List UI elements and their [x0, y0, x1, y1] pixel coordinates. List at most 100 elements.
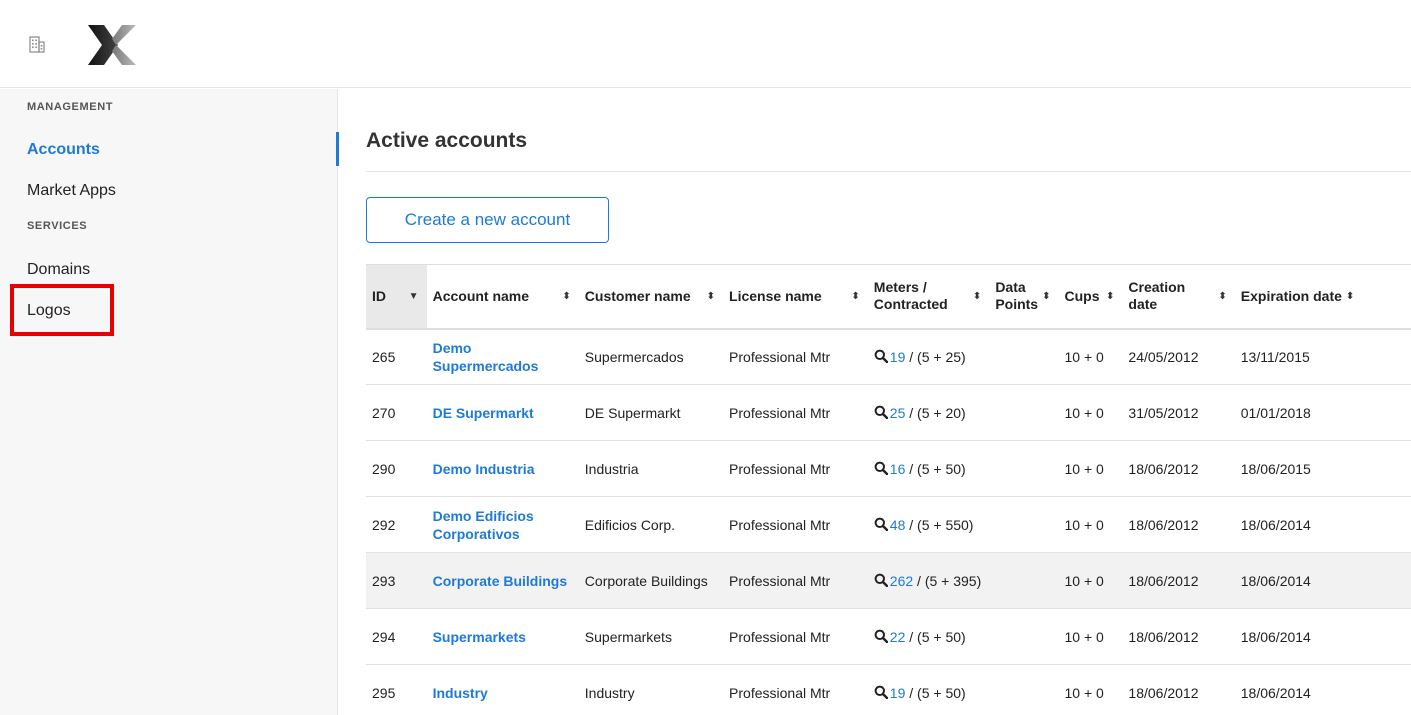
column-header-label: Cups [1064, 287, 1100, 304]
column-header-cups[interactable]: Cups ⬍ [1058, 264, 1123, 330]
account-name-link[interactable]: Corporate Buildings [433, 573, 568, 589]
customer-name: Industry [584, 684, 635, 701]
column-header-meters[interactable]: Meters / Contracted ⬍ [867, 264, 990, 330]
cell-creation-date: 24/05/2012 [1122, 328, 1235, 385]
cups-value: 10 + 0 [1064, 404, 1104, 421]
sidebar-item-market-apps[interactable]: Market Apps [27, 182, 116, 200]
magnifier-icon[interactable] [874, 461, 888, 475]
customer-name: DE Supermarkt [584, 404, 681, 421]
account-name-link[interactable]: Demo Industria [433, 461, 535, 477]
cell-cups: 10 + 0 [1058, 440, 1123, 497]
magnifier-icon[interactable] [874, 573, 888, 587]
column-header-label: Data Points [995, 279, 1039, 313]
meters-count-link[interactable]: 19 [890, 685, 906, 701]
x-logo[interactable] [88, 25, 136, 65]
sidebar-item-accounts[interactable]: Accounts [27, 141, 100, 159]
cell-license-name: Professional Mtr [723, 552, 868, 609]
creation-date: 18/06/2012 [1128, 460, 1199, 477]
meters-count-link[interactable]: 262 [890, 573, 913, 589]
cell-customer-name: DE Supermarkt [578, 384, 724, 441]
cell-creation-date: 18/06/2012 [1122, 496, 1235, 553]
cell-account-name: Supermarkets [426, 608, 579, 665]
account-name-link[interactable]: DE Supermarkt [433, 405, 534, 421]
cell-account-name: Demo Industria [426, 440, 579, 497]
sidebar: MANAGEMENT Accounts Market Apps SERVICES… [0, 89, 338, 715]
creation-date: 18/06/2012 [1128, 516, 1199, 533]
account-id: 295 [372, 684, 396, 701]
column-header-license-name[interactable]: License name ⬍ [723, 264, 868, 330]
sort-icon: ⬍ [972, 290, 982, 302]
cups-value: 10 + 0 [1064, 628, 1104, 645]
meters-count-link[interactable]: 16 [890, 461, 906, 477]
account-name-link[interactable]: Supermarkets [433, 629, 526, 645]
magnifier-icon[interactable] [874, 629, 888, 643]
cell-expiration-date: 18/06/2014 [1234, 664, 1411, 715]
contracted-value: / (5 + 395) [917, 572, 982, 589]
cell-customer-name: Industria [578, 440, 724, 497]
creation-date: 31/05/2012 [1128, 404, 1199, 421]
expiration-date: 01/01/2018 [1240, 404, 1311, 421]
magnifier-icon[interactable] [874, 517, 888, 531]
magnifier-icon[interactable] [874, 349, 888, 363]
cell-meters: 19 / (5 + 50) [867, 664, 990, 715]
meters-count-link[interactable]: 19 [890, 349, 906, 365]
account-id: 265 [372, 348, 396, 365]
cell-id: 294 [366, 608, 427, 665]
cups-value: 10 + 0 [1064, 348, 1104, 365]
sort-icon: ⬍ [1345, 290, 1355, 302]
table-row[interactable]: 293 Corporate Buildings Corporate Buildi… [366, 552, 1411, 609]
meters-count-link[interactable]: 48 [890, 517, 906, 533]
building-icon[interactable] [29, 36, 45, 53]
table-row[interactable]: 290 Demo Industria Industria Professiona… [366, 440, 1411, 497]
cell-account-name: Corporate Buildings [426, 552, 579, 609]
column-header-customer-name[interactable]: Customer name ⬍ [578, 264, 724, 330]
cell-license-name: Professional Mtr [723, 384, 868, 441]
column-header-label: Meters / Contracted [873, 279, 948, 313]
account-name-link[interactable]: Demo Supermercados [433, 340, 539, 374]
sort-icon: ⬍ [706, 290, 716, 302]
cell-data-points [989, 552, 1059, 609]
table-row[interactable]: 292 Demo Edificios Corporativos Edificio… [366, 496, 1411, 553]
account-name-link[interactable]: Industry [433, 685, 488, 701]
account-name-link[interactable]: Demo Edificios Corporativos [433, 508, 534, 542]
magnifier-icon[interactable] [874, 685, 888, 699]
cell-creation-date: 31/05/2012 [1122, 384, 1235, 441]
column-header-account-name[interactable]: Account name ⬍ [426, 264, 579, 330]
table-row[interactable]: 270 DE Supermarkt DE Supermarkt Professi… [366, 384, 1411, 441]
cell-cups: 10 + 0 [1058, 384, 1123, 441]
license-name: Professional Mtr [729, 684, 831, 701]
meters-count-link[interactable]: 22 [890, 629, 906, 645]
magnifier-icon[interactable] [874, 405, 888, 419]
create-account-button[interactable]: Create a new account [366, 197, 609, 243]
top-bar [0, 0, 1411, 88]
cell-license-name: Professional Mtr [723, 608, 868, 665]
table-row[interactable]: 295 Industry Industry Professional Mtr 1… [366, 664, 1411, 715]
account-id: 270 [372, 404, 396, 421]
cell-customer-name: Supermarkets [578, 608, 724, 665]
accounts-table: ID ▼ Account name ⬍ Customer name ⬍ License… [366, 264, 1411, 715]
column-header-id[interactable]: ID ▼ [366, 264, 427, 330]
cell-meters: 22 / (5 + 50) [867, 608, 990, 665]
column-header-creation-date[interactable]: Creation date ⬍ [1122, 264, 1235, 330]
account-id: 290 [372, 460, 396, 477]
account-id: 294 [372, 628, 396, 645]
cell-data-points [989, 664, 1059, 715]
table-row[interactable]: 265 Demo Supermercados Supermercados Pro… [366, 328, 1411, 385]
sidebar-section-services: SERVICES [27, 220, 88, 232]
cell-creation-date: 18/06/2012 [1122, 608, 1235, 665]
sidebar-item-domains[interactable]: Domains [27, 261, 90, 279]
column-header-label: Account name [432, 287, 530, 304]
contracted-value: / (5 + 550) [909, 516, 974, 533]
table-row[interactable]: 294 Supermarkets Supermarkets Profession… [366, 608, 1411, 665]
cell-creation-date: 18/06/2012 [1122, 440, 1235, 497]
customer-name: Industria [584, 460, 639, 477]
cell-id: 295 [366, 664, 427, 715]
sidebar-section-management: MANAGEMENT [27, 101, 114, 113]
column-header-data-points[interactable]: Data Points ⬍ [989, 264, 1059, 330]
cell-expiration-date: 13/11/2015 [1234, 328, 1411, 385]
expiration-date: 18/06/2014 [1240, 516, 1311, 533]
expiration-date: 18/06/2014 [1240, 628, 1311, 645]
cell-data-points [989, 440, 1059, 497]
meters-count-link[interactable]: 25 [890, 405, 906, 421]
column-header-expiration-date[interactable]: Expiration date ⬍ [1234, 264, 1411, 330]
